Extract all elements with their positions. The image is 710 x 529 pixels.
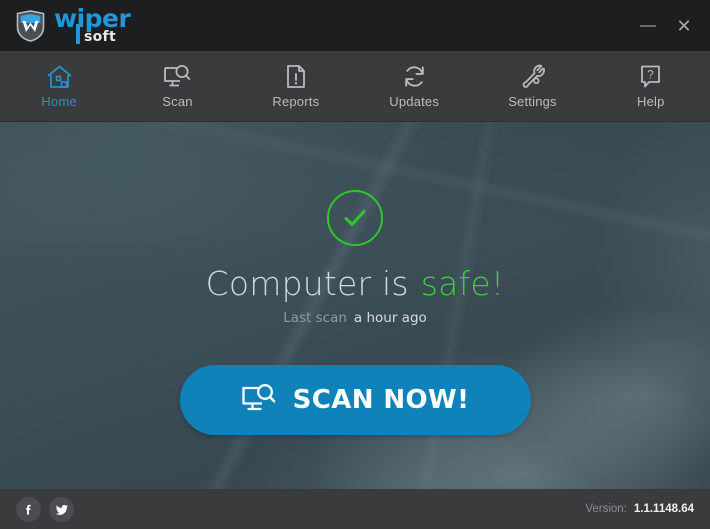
settings-icon [520,63,545,89]
nav-item-home[interactable]: Home [0,51,118,121]
nav-item-help[interactable]: ? Help [592,51,710,121]
nav-item-settings[interactable]: Settings [473,51,591,121]
main-navigation: Home Scan Reports Updates Settings ? Hel… [0,51,710,122]
scan-now-button[interactable]: SCAN NOW! [179,365,531,435]
version-label: Version: [585,503,627,515]
wipersoft-window: wiper soft — ✕ Home Scan Reports Updates… [0,0,710,529]
brand-secondary-row: soft [54,23,130,46]
last-scan-label: Last scan [283,310,347,326]
nav-label-scan: Scan [162,94,193,109]
shield-w-logo-icon [16,9,45,42]
nav-item-reports[interactable]: Reports [237,51,355,121]
status-headline: Computer is safe! [206,264,505,303]
social-links [16,496,74,522]
scan-icon [163,63,191,89]
main-content: Computer is safe! Last scan a hour ago S… [0,122,710,489]
app-logo: wiper soft [16,3,131,46]
brand-primary-text: wiper [54,3,131,33]
brand-divider-bar [76,23,80,44]
minimize-icon: — [640,16,656,34]
version-info: Version: 1.1.1148.64 [585,503,694,515]
minimize-button[interactable]: — [630,0,666,51]
brand-secondary-text: soft [84,28,116,45]
nav-label-updates: Updates [389,94,440,109]
close-button[interactable]: ✕ [666,0,702,51]
last-scan-info: Last scan a hour ago [283,310,427,326]
window-controls: — ✕ [630,0,710,51]
last-scan-value: a hour ago [353,310,427,326]
facebook-icon [26,504,31,515]
facebook-button[interactable] [16,496,41,522]
close-icon: ✕ [676,15,692,36]
help-icon: ? [639,63,662,89]
nav-label-help: Help [637,94,665,109]
status-bar: Version: 1.1.1148.64 [0,489,710,529]
twitter-icon [55,504,68,515]
twitter-button[interactable] [49,496,74,522]
status-state-text: safe! [420,264,505,303]
title-bar: wiper soft — ✕ [0,0,710,51]
reports-icon [285,63,307,89]
svg-text:?: ? [647,68,654,82]
check-circle-icon [327,190,383,246]
updates-icon [402,63,427,89]
nav-item-updates[interactable]: Updates [355,51,473,121]
app-wordmark: wiper soft [54,3,131,46]
home-icon [46,63,73,89]
version-value: 1.1.1148.64 [633,503,694,515]
status-panel: Computer is safe! Last scan a hour ago S… [0,122,710,489]
status-prefix-text: Computer is [205,264,409,303]
nav-label-settings: Settings [508,94,557,109]
nav-label-home: Home [41,94,77,109]
nav-item-scan[interactable]: Scan [118,51,236,121]
scan-now-label: SCAN NOW! [292,385,470,415]
nav-label-reports: Reports [272,94,320,109]
monitor-search-icon [241,383,277,417]
